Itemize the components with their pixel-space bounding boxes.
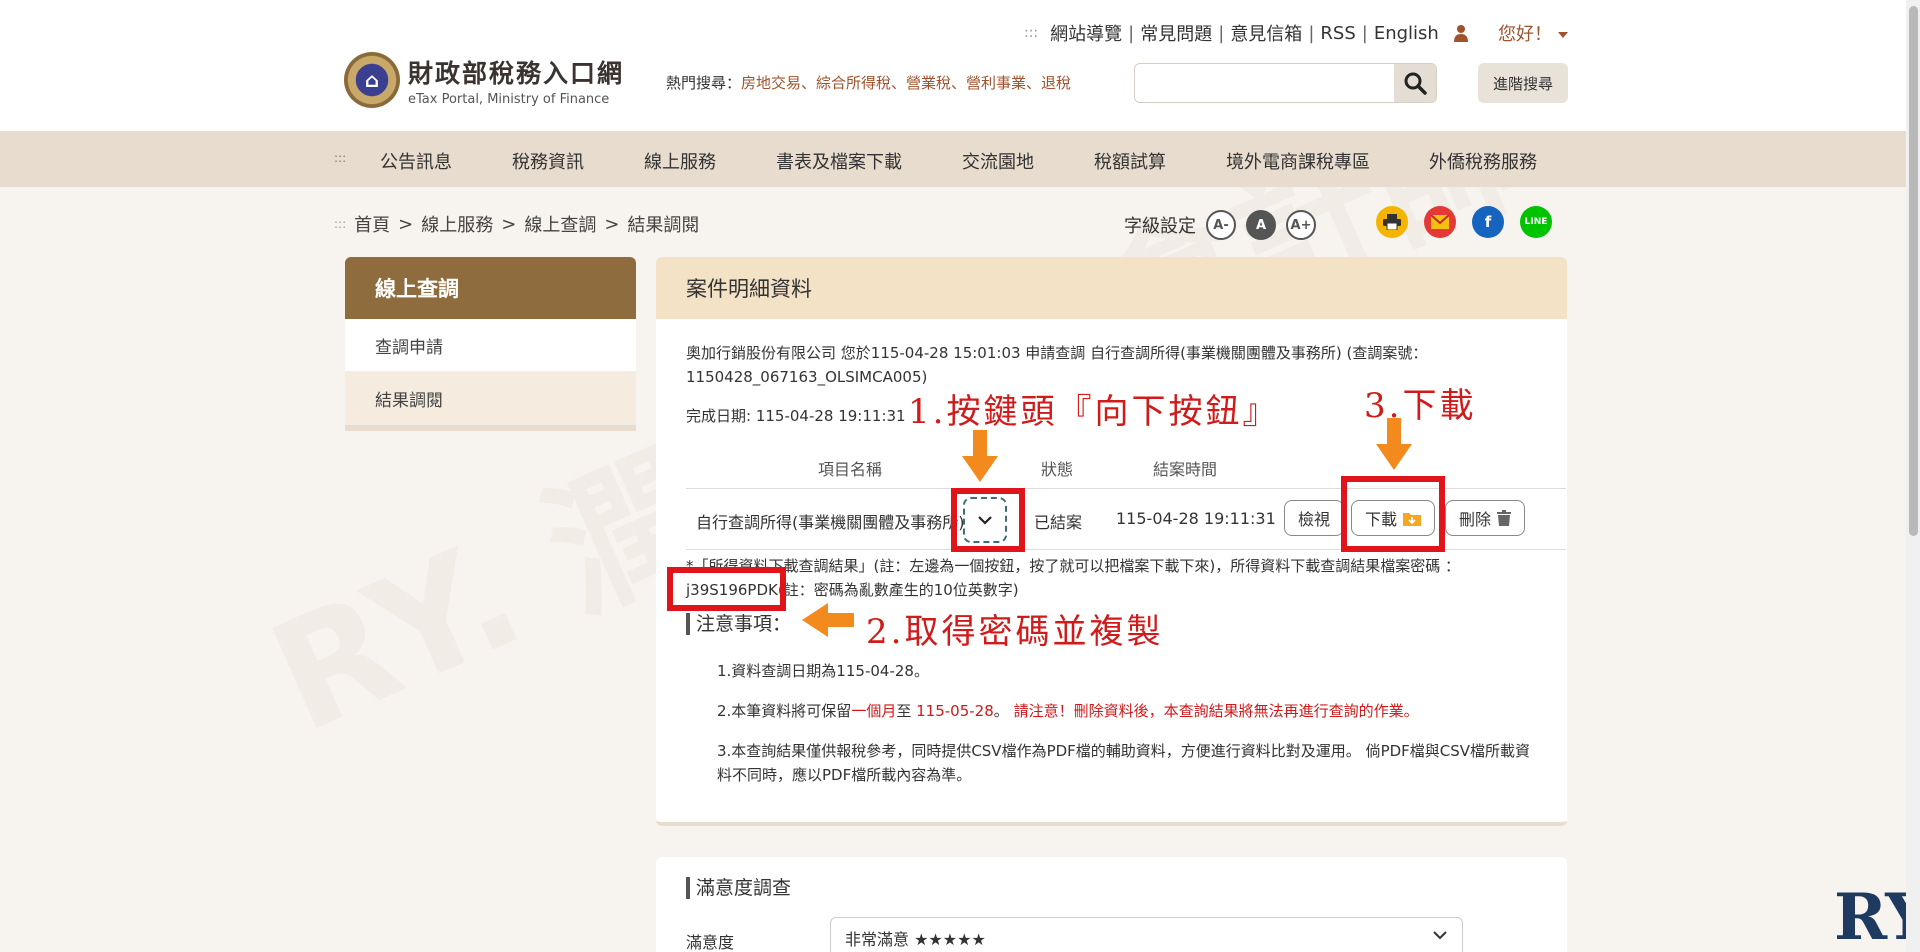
completed-date: 完成日期: 115-04-28 19:11:31 bbox=[686, 407, 906, 425]
notice-item-3: 3.本查詢結果僅供報稅參考，同時提供CSV檔作為PDF檔的輔助資料，方便進行資料… bbox=[717, 742, 1531, 784]
row-status: 已結案 bbox=[1034, 513, 1083, 532]
annotation-step-2: 2.取得密碼並複製 bbox=[866, 612, 1164, 652]
annotation-box-password bbox=[667, 567, 786, 611]
satisfaction-survey: 滿意度調查 滿意度 非常滿意 ★★★★★ bbox=[656, 857, 1567, 952]
search-input[interactable] bbox=[1135, 64, 1394, 102]
annotation-step-1: 1.按鍵頭『向下按鈕』 bbox=[908, 392, 1280, 432]
breadcrumb-online-services[interactable]: 線上服務 bbox=[421, 211, 493, 237]
view-button[interactable]: 檢視 bbox=[1284, 500, 1344, 536]
satisfaction-select[interactable]: 非常滿意 ★★★★★ bbox=[830, 917, 1463, 952]
scrollbar-thumb[interactable] bbox=[1909, 6, 1918, 536]
ministry-emblem-icon: ⌂ bbox=[344, 52, 400, 108]
scrollbar[interactable] bbox=[1906, 0, 1920, 952]
print-icon[interactable] bbox=[1376, 206, 1408, 238]
nav-forum[interactable]: 交流園地 bbox=[962, 148, 1034, 174]
main-nav: ::: 公告訊息 稅務資訊 線上服務 書表及檔案下載 交流園地 稅額試算 境外電… bbox=[0, 131, 1920, 187]
nav-online-services[interactable]: 線上服務 bbox=[644, 148, 716, 174]
dots-icon: ::: bbox=[334, 151, 347, 165]
survey-title: 滿意度調查 bbox=[686, 877, 791, 899]
user-menu[interactable]: 您好！ bbox=[1498, 20, 1568, 46]
advanced-search-button[interactable]: 進階搜尋 bbox=[1478, 63, 1568, 103]
search-button[interactable] bbox=[1394, 64, 1436, 102]
delete-button[interactable]: 刪除 bbox=[1445, 500, 1525, 536]
font-size-setting: 字級設定 A- A A+ bbox=[1124, 210, 1316, 240]
link-english[interactable]: English bbox=[1374, 23, 1439, 44]
dots-icon: ::: bbox=[334, 217, 347, 231]
nav-announcements[interactable]: 公告訊息 bbox=[380, 148, 452, 174]
col-header-closed-time: 結案時間 bbox=[1153, 460, 1218, 479]
chevron-down-icon bbox=[1433, 931, 1447, 940]
link-faq[interactable]: 常見問題 bbox=[1140, 20, 1212, 46]
link-sitemap[interactable]: 網站導覽 bbox=[1050, 20, 1122, 46]
nav-ecommerce-tax[interactable]: 境外電商課稅專區 bbox=[1226, 148, 1370, 174]
hot-search: 熱門搜尋：房地交易、綜合所得稅、營業稅、營利事業、退稅 bbox=[666, 74, 1072, 92]
search-icon bbox=[1404, 72, 1427, 95]
row-item-name: 自行查調所得(事業機關團體及事務所) bbox=[696, 513, 965, 532]
download-note: *「所得資料下載查調結果」(註：左邊為一個按鈕，按了就可以把檔案下載下來)，所得… bbox=[686, 557, 1460, 599]
link-feedback[interactable]: 意見信箱 bbox=[1230, 20, 1302, 46]
font-small-button[interactable]: A- bbox=[1206, 210, 1236, 240]
sidebar-item-query-request[interactable]: 查調申請 bbox=[345, 319, 636, 372]
email-icon[interactable] bbox=[1424, 206, 1456, 238]
breadcrumb-online-query[interactable]: 線上查調 bbox=[524, 211, 596, 237]
annotation-box-download bbox=[1341, 476, 1445, 552]
panel-title: 案件明細資料 bbox=[656, 257, 1567, 319]
annotation-box-expand bbox=[951, 488, 1025, 552]
trash-icon bbox=[1497, 510, 1511, 526]
font-normal-button[interactable]: A bbox=[1246, 210, 1276, 240]
breadcrumb: ::: 首頁 > 線上服務 > 線上查調 > 結果調閱 bbox=[334, 211, 699, 237]
nav-forms-download[interactable]: 書表及檔案下載 bbox=[776, 148, 902, 174]
notice-item-1: 1.資料查調日期為115-04-28。 bbox=[717, 662, 929, 680]
site-header: ::: 網站導覽 | 常見問題 | 意見信箱 | RSS | English 您好！ ⌂… bbox=[0, 0, 1920, 131]
user-icon[interactable] bbox=[1453, 24, 1469, 42]
nav-tax-info[interactable]: 稅務資訊 bbox=[512, 148, 584, 174]
site-logo[interactable]: ⌂ 財政部稅務入口網 eTax Portal, Ministry of Fina… bbox=[344, 52, 624, 108]
sidebar-item-results[interactable]: 結果調閱 bbox=[345, 372, 636, 425]
logo-title: 財政部稅務入口網 bbox=[408, 58, 625, 88]
annotation-step-3: 3.下載 bbox=[1364, 386, 1477, 426]
font-large-button[interactable]: A+ bbox=[1286, 210, 1316, 240]
nav-foreign-tax[interactable]: 外僑稅務服務 bbox=[1429, 148, 1537, 174]
col-header-item: 項目名稱 bbox=[818, 460, 883, 479]
search-box bbox=[1134, 63, 1437, 103]
facebook-icon[interactable]: f bbox=[1472, 206, 1504, 238]
caret-down-icon bbox=[1558, 32, 1568, 38]
line-icon[interactable]: LINE bbox=[1520, 206, 1552, 238]
row-closed-time: 115-04-28 19:11:31 bbox=[1116, 509, 1276, 528]
breadcrumb-current: 結果調閱 bbox=[627, 215, 700, 236]
link-rss[interactable]: RSS bbox=[1320, 23, 1355, 44]
sidebar: 線上查調 查調申請 結果調閱 bbox=[345, 257, 636, 431]
nav-tax-calculator[interactable]: 稅額試算 bbox=[1094, 148, 1166, 174]
arrow-down-icon bbox=[962, 430, 998, 482]
breadcrumb-home[interactable]: 首頁 bbox=[354, 211, 390, 237]
col-header-status: 狀態 bbox=[1041, 460, 1074, 479]
hot-keywords[interactable]: 房地交易、綜合所得稅、營業稅、營利事業、退稅 bbox=[741, 74, 1071, 92]
top-links: ::: 網站導覽 | 常見問題 | 意見信箱 | RSS | English bbox=[1024, 20, 1469, 46]
notice-heading: 注意事項： bbox=[686, 613, 791, 635]
dots-icon: ::: bbox=[1024, 25, 1039, 41]
notice-item-2: 2.本筆資料將可保留一個月至 115-05-28。 請注意！刪除資料後，本查詢結… bbox=[717, 702, 1419, 720]
arrow-left-icon bbox=[802, 603, 854, 637]
survey-label: 滿意度 bbox=[686, 933, 735, 952]
logo-subtitle: eTax Portal, Ministry of Finance bbox=[408, 91, 610, 107]
sidebar-title: 線上查調 bbox=[345, 257, 636, 319]
share-buttons: f LINE bbox=[1376, 206, 1552, 238]
